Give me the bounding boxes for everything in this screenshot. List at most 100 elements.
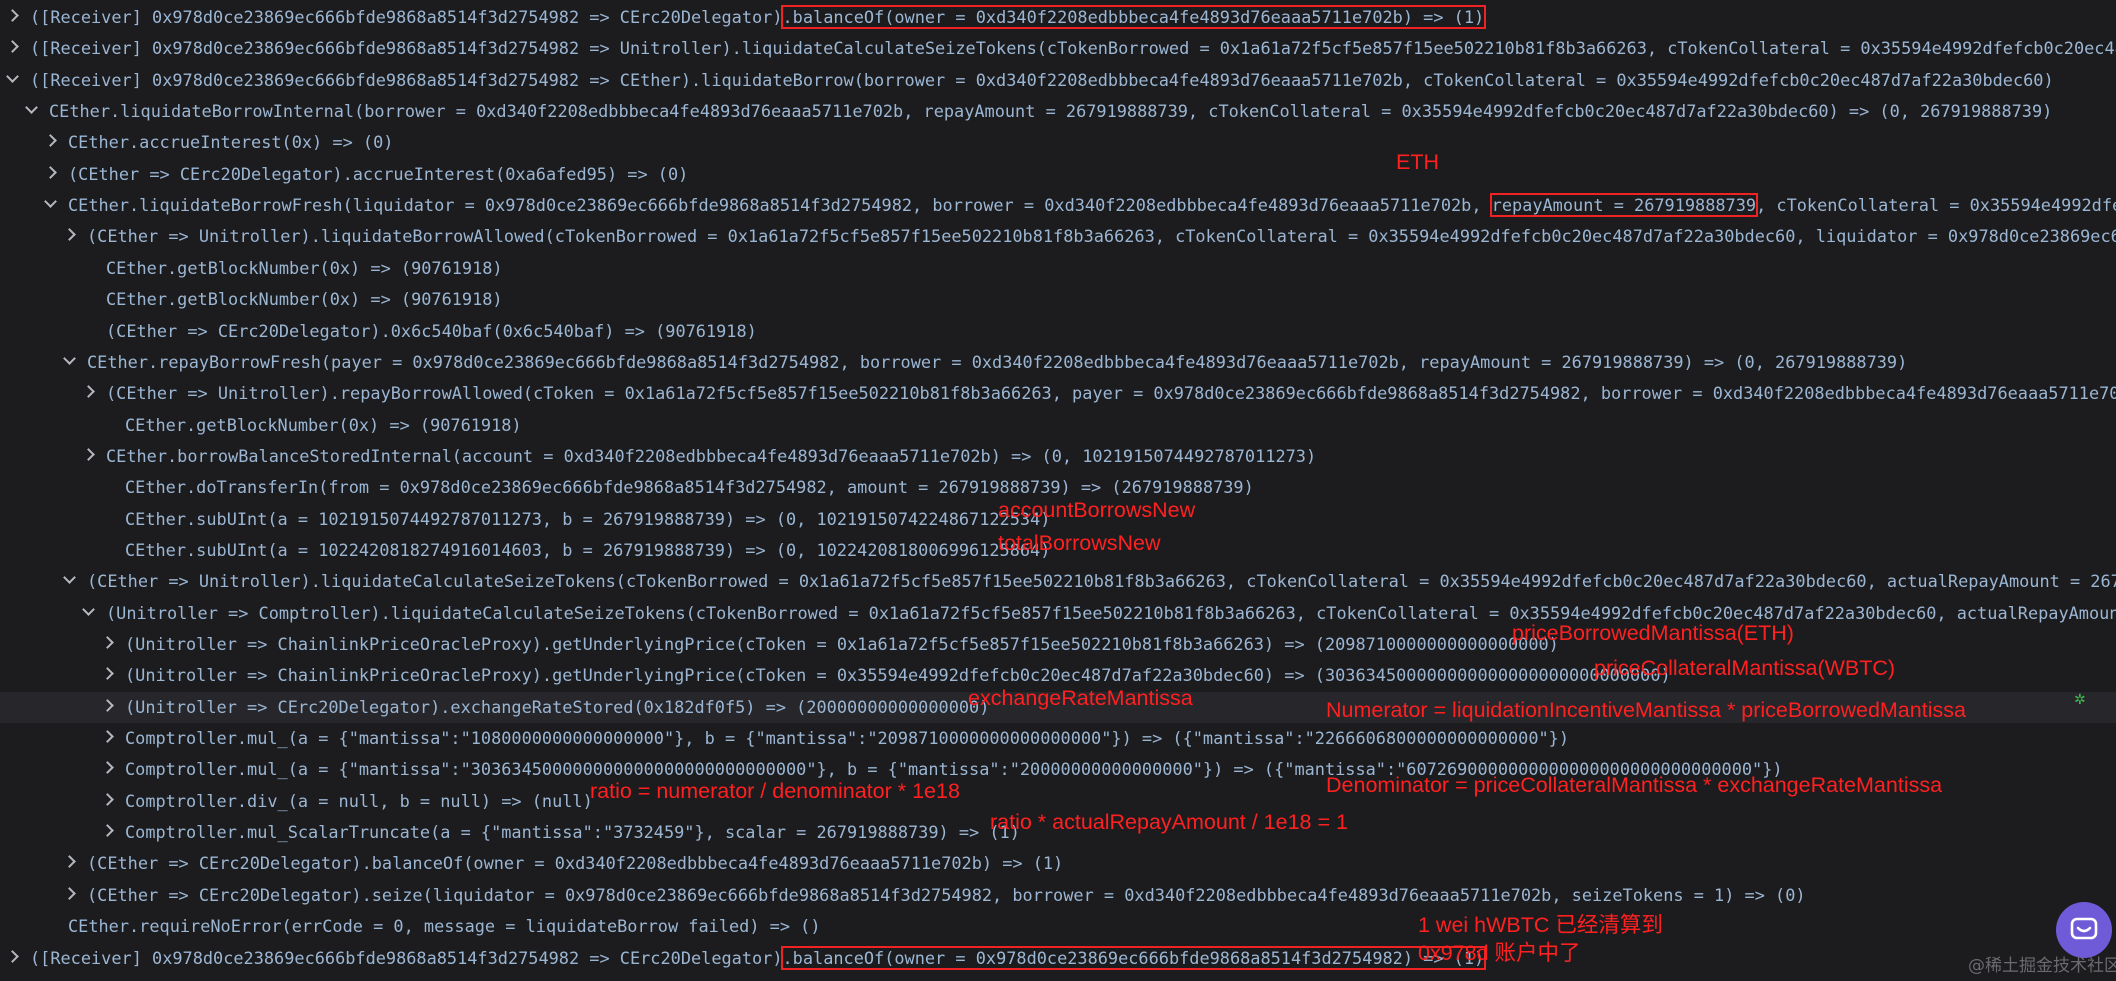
trace-row[interactable]: CEther.repayBorrowFresh(payer = 0x978d0c… <box>0 347 2116 378</box>
chevron-down-icon[interactable] <box>63 351 76 365</box>
trace-row[interactable]: (CEther => CErc20Delegator).seize(liquid… <box>0 880 2116 911</box>
trace-row[interactable]: (CEther => CErc20Delegator).accrueIntere… <box>0 159 2116 190</box>
chevron-right-icon[interactable] <box>101 698 114 712</box>
trace-call-text: Comptroller.mul_(a = {"mantissa":"108000… <box>125 723 1569 754</box>
chevron-down-icon[interactable] <box>44 195 57 208</box>
call-segment: ([Receiver] 0x978d0ce23869ec666bfde9868a… <box>30 947 783 968</box>
trace-row[interactable]: Comptroller.mul_(a = {"mantissa":"108000… <box>0 723 2116 754</box>
trace-call-text: CEther.borrowBalanceStoredInternal(accou… <box>106 441 1316 472</box>
call-segment: CEther.requireNoError(errCode = 0, messa… <box>68 916 821 937</box>
call-segment: Comptroller.div_(a = null, b = null) => … <box>125 790 593 811</box>
annotation-seized-line2: 0x978d 账户中了 <box>1418 941 1581 965</box>
call-segment: (Unitroller => CErc20Delegator).exchange… <box>125 696 990 717</box>
call-segment: ([Receiver] 0x978d0ce23869ec666bfde9868a… <box>30 69 2054 90</box>
annotation-exchange-rate: exchangeRateMantissa <box>968 686 1193 710</box>
trace-row[interactable]: ([Receiver] 0x978d0ce23869ec666bfde9868a… <box>0 65 2116 96</box>
call-segment: CEther.repayBorrowFresh(payer = 0x978d0c… <box>87 351 1908 372</box>
chevron-right-icon[interactable] <box>44 165 57 179</box>
call-segment: CEther.borrowBalanceStoredInternal(accou… <box>106 445 1317 466</box>
trace-call-text: CEther.getBlockNumber(0x) => (90761918) <box>106 284 503 315</box>
call-segment: CEther.getBlockNumber(0x) => (90761918) <box>106 289 503 310</box>
trace-call-text: CEther.getBlockNumber(0x) => (90761918) <box>125 410 522 441</box>
trace-row: CEther.getBlockNumber(0x) => (90761918) <box>0 410 2116 441</box>
annotation-numerator: Numerator = liquidationIncentiveMantissa… <box>1326 698 1966 722</box>
chat-icon <box>2070 917 2098 940</box>
trace-call-text: Comptroller.div_(a = null, b = null) => … <box>125 786 593 817</box>
chevron-right-icon[interactable] <box>101 636 114 649</box>
trace-call-text: (CEther => CErc20Delegator).balanceOf(ow… <box>87 848 1063 879</box>
trace-call-text: (Unitroller => ChainlinkPriceOracleProxy… <box>125 660 1671 691</box>
trace-call-text: ([Receiver] 0x978d0ce23869ec666bfde9868a… <box>30 943 1487 974</box>
trace-call-text: CEther.getBlockNumber(0x) => (90761918) <box>106 253 503 284</box>
chevron-right-icon[interactable] <box>6 949 19 963</box>
chevron-right-icon[interactable] <box>6 40 19 54</box>
trace-call-text: (Unitroller => CErc20Delegator).exchange… <box>125 692 989 723</box>
chevron-right-icon[interactable] <box>6 9 19 22</box>
call-segment: ([Receiver] 0x978d0ce23869ec666bfde9868a… <box>30 38 2116 59</box>
chevron-down-icon[interactable] <box>82 602 95 616</box>
trace-call-text: (CEther => Unitroller).repayBorrowAllowe… <box>106 378 2116 409</box>
chevron-right-icon[interactable] <box>63 228 76 242</box>
chevron-right-icon[interactable] <box>101 761 114 775</box>
trace-call-text: CEther.liquidateBorrowFresh(liquidator =… <box>68 190 2116 221</box>
trace-call-text: ([Receiver] 0x978d0ce23869ec666bfde9868a… <box>30 2 1487 33</box>
chat-button[interactable] <box>2056 902 2112 958</box>
annotation-ratio-result: ratio * actualRepayAmount / 1e18 = 1 <box>990 810 1348 834</box>
trace-call-text: ([Receiver] 0x978d0ce23869ec666bfde9868a… <box>30 65 2054 96</box>
annotation-price-collateral: priceCollateralMantissa(WBTC) <box>1594 656 1896 680</box>
trace-call-text: (Unitroller => Comptroller).liquidateCal… <box>106 598 2116 629</box>
trace-call-text: (CEther => Unitroller).liquidateBorrowAl… <box>87 221 2116 252</box>
trace-row[interactable]: CEther.liquidateBorrowFresh(liquidator =… <box>0 190 2116 221</box>
chevron-right-icon[interactable] <box>82 448 95 461</box>
trace-row[interactable]: CEther.borrowBalanceStoredInternal(accou… <box>0 441 2116 472</box>
chevron-right-icon[interactable] <box>63 855 76 869</box>
annotation-eth: ETH <box>1396 150 1439 174</box>
chevron-down-icon[interactable] <box>25 101 38 114</box>
highlighted-segment: .balanceOf(owner = 0xd340f2208edbbbeca4f… <box>780 5 1487 29</box>
chevron-right-icon[interactable] <box>63 886 76 900</box>
bug-icon[interactable]: ✲ <box>2074 693 2088 707</box>
trace-row[interactable]: (CEther => Unitroller).liquidateBorrowAl… <box>0 221 2116 252</box>
trace-call-text: CEther.requireNoError(errCode = 0, messa… <box>68 911 821 942</box>
chevron-right-icon[interactable] <box>82 385 95 399</box>
call-segment: Comptroller.mul_(a = {"mantissa":"108000… <box>125 728 1570 749</box>
trace-call-text: ([Receiver] 0x978d0ce23869ec666bfde9868a… <box>30 33 2116 64</box>
call-segment: CEther.subUInt(a = 102191507449278701127… <box>125 508 1051 529</box>
watermark: @稀土掘金技术社区 <box>1968 956 2116 976</box>
trace-row[interactable]: CEther.liquidateBorrowInternal(borrower … <box>0 96 2116 127</box>
annotation-total-borrows-new: totalBorrowsNew <box>998 531 1161 555</box>
trace-row: CEther.getBlockNumber(0x) => (90761918) <box>0 284 2116 315</box>
trace-call-text: (Unitroller => ChainlinkPriceOracleProxy… <box>125 629 1559 660</box>
trace-row[interactable]: (CEther => CErc20Delegator).balanceOf(ow… <box>0 848 2116 879</box>
chevron-right-icon[interactable] <box>101 824 114 837</box>
call-segment: (CEther => CErc20Delegator).accrueIntere… <box>68 163 689 184</box>
chevron-down-icon[interactable] <box>6 69 19 83</box>
trace-call-text: (CEther => CErc20Delegator).seize(liquid… <box>87 880 1806 911</box>
call-segment: CEther.liquidateBorrowInternal(borrower … <box>49 101 2053 122</box>
trace-row[interactable]: (Unitroller => Comptroller).liquidateCal… <box>0 598 2116 629</box>
chevron-right-icon[interactable] <box>101 792 114 806</box>
annotation-seized-line1: 1 wei hWBTC 已经清算到 <box>1418 913 1663 937</box>
chevron-down-icon[interactable] <box>63 571 76 585</box>
chevron-right-icon[interactable] <box>101 730 114 743</box>
trace-row: CEther.requireNoError(errCode = 0, messa… <box>0 911 2116 942</box>
chevron-right-icon[interactable] <box>44 134 57 148</box>
call-segment: (CEther => Unitroller).repayBorrowAllowe… <box>106 383 2116 404</box>
trace-row[interactable]: ([Receiver] 0x978d0ce23869ec666bfde9868a… <box>0 33 2116 64</box>
trace-row[interactable]: CEther.accrueInterest(0x) => (0) <box>0 127 2116 158</box>
trace-row: (CEther => CErc20Delegator).0x6c540baf(0… <box>0 316 2116 347</box>
trace-row[interactable]: ([Receiver] 0x978d0ce23869ec666bfde9868a… <box>0 2 2116 33</box>
trace-row[interactable]: (CEther => Unitroller).repayBorrowAllowe… <box>0 378 2116 409</box>
annotation-price-borrowed: priceBorrowedMantissa(ETH) <box>1512 621 1794 645</box>
call-segment: (Unitroller => ChainlinkPriceOracleProxy… <box>125 634 1559 654</box>
call-segment: CEther.subUInt(a = 102242081827491601460… <box>125 539 1051 560</box>
trace-row[interactable]: (CEther => Unitroller).liquidateCalculat… <box>0 566 2116 597</box>
trace-call-text: (CEther => CErc20Delegator).0x6c540baf(0… <box>106 316 757 347</box>
chevron-right-icon[interactable] <box>101 667 114 681</box>
trace-call-text: (CEther => Unitroller).liquidateCalculat… <box>87 566 2116 597</box>
trace-call-text: (CEther => CErc20Delegator).accrueIntere… <box>68 159 688 190</box>
trace-row[interactable]: ([Receiver] 0x978d0ce23869ec666bfde9868a… <box>0 943 2116 974</box>
call-segment: (CEther => Unitroller).liquidateBorrowAl… <box>87 226 2116 247</box>
trace-call-text: Comptroller.mul_ScalarTruncate(a = {"man… <box>125 817 1020 848</box>
annotation-account-borrows-new: accountBorrowsNew <box>998 498 1196 522</box>
